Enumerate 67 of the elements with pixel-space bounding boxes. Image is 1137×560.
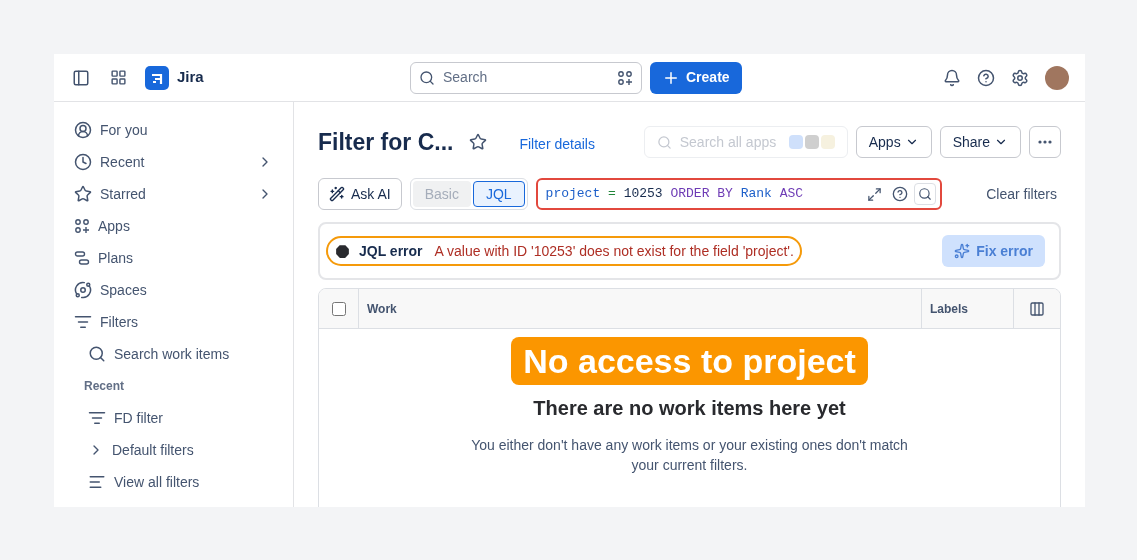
search-button[interactable] [913,183,936,205]
expand-icon[interactable] [866,186,882,202]
help-icon[interactable] [891,186,908,202]
integration-icon [804,135,819,149]
search-input[interactable]: Search [443,67,609,88]
star-icon[interactable] [469,133,488,151]
sidebar-item[interactable]: Apps [66,210,281,242]
logo-icon [145,65,169,90]
planet-icon [74,281,92,299]
error-title: JQL error [359,241,423,261]
jql-query: project = 10253 ORDER BY Rank ASC [545,185,804,204]
clock-icon [74,153,92,171]
share-button[interactable]: Share [939,126,1021,158]
columns-icon[interactable] [1029,300,1045,317]
sidebar-item[interactable]: FD filter [66,402,281,434]
avatar[interactable] [1045,65,1069,90]
filter-icon [74,313,92,331]
annotation-label: No access to project [511,337,868,385]
sidebar-item[interactable]: Filters [66,306,281,338]
search-field[interactable]: Search [410,61,642,94]
apps-icon [617,69,633,86]
sidebar-item[interactable]: Search work items [66,338,281,370]
error-icon [334,242,351,260]
sparkle-icon [954,243,971,259]
select-all-checkbox[interactable] [331,301,346,316]
ask-ai-button[interactable]: Ask AI [318,178,402,210]
notifications-icon[interactable] [943,68,961,87]
app-switcher-button[interactable] [108,67,129,88]
sidebar-item[interactable]: Recent [66,146,281,178]
jql-editor[interactable]: project = 10253 ORDER BY Rank ASC [535,178,942,210]
help-icon[interactable] [977,68,995,87]
person-icon [74,121,92,139]
more-icon [1038,140,1052,144]
column-header[interactable]: Labels [921,289,1013,328]
list-icon [88,473,106,491]
search-icon [917,187,932,201]
plans-icon [74,250,90,266]
integration-icon [788,135,803,149]
error-message: A value with ID '10253' does not exist for the field 'project'. [434,241,794,261]
sidebar-item[interactable]: Starred [66,178,281,210]
empty-state-message: You either don't have any work items or your existing ones don't match your current filters. [470,436,909,475]
apps-icon [74,218,90,234]
star-icon [74,185,92,203]
apps-search-input[interactable]: Search all apps [679,131,781,153]
section-heading: Recent [83,378,125,395]
sidebar-item[interactable]: View all filters [66,466,281,498]
apps-search-field[interactable]: Search all apps [643,126,848,158]
search-icon [419,69,435,86]
sidebar-item[interactable]: Spaces [66,274,281,306]
column-header[interactable]: Work [359,289,921,328]
sidebar-item[interactable]: Default filters [66,434,281,466]
filter-details-link[interactable]: Filter details [519,133,595,155]
empty-state-title: There are no work items here yet [533,396,846,421]
integration-icon [820,135,835,149]
page-title: Filter for C... [318,127,454,157]
filter-icon [88,409,106,427]
sidebar-item[interactable]: For you [66,114,281,146]
create-button[interactable]: Create [650,61,742,94]
settings-icon[interactable] [1011,68,1029,87]
clear-filters-button[interactable]: Clear filters [986,183,1061,205]
product-name: Jira [177,67,204,88]
sidebar-item[interactable]: Plans [66,242,281,274]
search-icon [88,345,106,363]
mode-tab[interactable]: JQL [472,181,525,207]
search-icon [656,134,672,150]
wand-icon [329,186,345,202]
apps-button[interactable]: Apps [855,126,932,158]
